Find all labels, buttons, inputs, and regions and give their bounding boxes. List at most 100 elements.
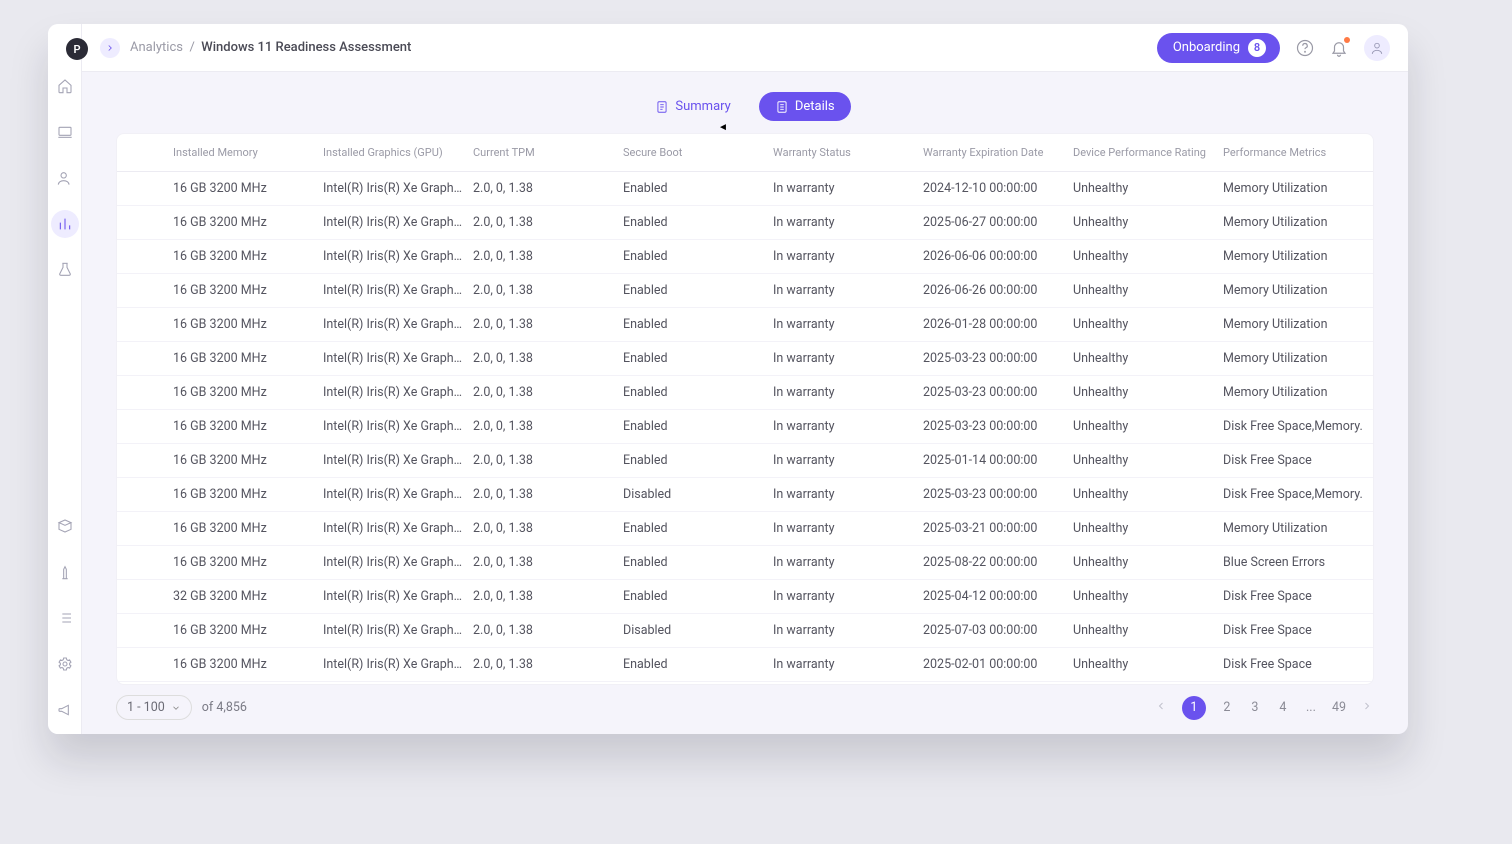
table-cell: 16 GB 3200 MHz xyxy=(173,623,323,638)
table-cell: In warranty xyxy=(773,419,923,434)
table-cell: 2026-01-28 00:00:00 xyxy=(923,317,1073,332)
table-cell: 16 GB 3200 MHz xyxy=(173,317,323,332)
help-icon[interactable] xyxy=(1296,39,1314,57)
table-row[interactable]: 16 GB 3200 MHzIntel(R) Iris(R) Xe Graphi… xyxy=(117,172,1373,206)
table-header-cell[interactable]: Performance Metrics xyxy=(1223,146,1373,159)
table-cell: 2025-03-21 00:00:00 xyxy=(923,521,1073,536)
tab-summary[interactable]: Summary xyxy=(639,92,746,121)
table-cell: In warranty xyxy=(773,657,923,672)
table-cell: 2.0, 0, 1.38 xyxy=(473,487,623,502)
table-cell: Unhealthy xyxy=(1073,215,1223,230)
table-cell: Disabled xyxy=(623,487,773,502)
page-size-selector[interactable]: 1 - 100 xyxy=(116,695,192,720)
breadcrumb-root[interactable]: Analytics xyxy=(130,40,183,55)
table-row[interactable]: 16 GB 3200 MHzIntel(R) Iris(R) Xe Graphi… xyxy=(117,614,1373,648)
table-cell: Unhealthy xyxy=(1073,317,1223,332)
table-row[interactable]: 16 GB 3200 MHzIntel(R) Iris(R) Xe Graphi… xyxy=(117,342,1373,376)
table-row[interactable]: 16 GB 3200 MHzIntel(R) Iris(R) Xe Graphi… xyxy=(117,546,1373,580)
app-window: Analytics / Windows 11 Readiness Assessm… xyxy=(48,24,1408,734)
onboarding-button[interactable]: Onboarding 8 xyxy=(1157,33,1280,63)
page-number-1[interactable]: 1 xyxy=(1182,696,1206,720)
table-cell: Intel(R) Iris(R) Xe Graphics xyxy=(323,657,473,672)
table-row[interactable]: 16 GB 3200 MHzIntel(R) Iris(R) Xe Graphi… xyxy=(117,376,1373,410)
sidebar-settings-icon[interactable] xyxy=(51,650,79,678)
table-row[interactable]: 16 GB 3200 MHzIntel(R) Iris(R) Xe Graphi… xyxy=(117,308,1373,342)
table-cell: Disabled xyxy=(623,623,773,638)
page-next-button[interactable] xyxy=(1360,700,1374,716)
table-cell: 2.0, 0, 1.38 xyxy=(473,419,623,434)
table-cell: Blue Screen Errors xyxy=(1223,555,1373,570)
table-cell: 2.0, 0, 1.38 xyxy=(473,521,623,536)
table-row[interactable]: 16 GB 3200 MHzIntel(R) Iris(R) Xe Graphi… xyxy=(117,444,1373,478)
table-header-cell[interactable]: Current TPM xyxy=(473,146,623,159)
sidebar-users-icon[interactable] xyxy=(51,164,79,192)
table-row[interactable]: 16 GB 3200 MHzIntel(R) Iris(R) Xe Graphi… xyxy=(117,478,1373,512)
table-header-cell[interactable]: Device Performance Rating xyxy=(1073,146,1223,159)
sidebar-toggle-icon[interactable] xyxy=(100,38,120,58)
table-cell: In warranty xyxy=(773,521,923,536)
sidebar-home-icon[interactable] xyxy=(51,72,79,100)
table-cell: Disk Free Space xyxy=(1223,623,1373,638)
table-row[interactable]: 16 GB 3200 MHzIntel(R) Iris(R) Xe Graphi… xyxy=(117,682,1373,684)
table-row[interactable]: 16 GB 3200 MHzIntel(R) Iris(R) Xe Graphi… xyxy=(117,206,1373,240)
table-header-cell[interactable]: Installed Graphics (GPU) xyxy=(323,146,473,159)
page-prev-button[interactable] xyxy=(1154,700,1168,716)
pagination: 1234... 49 xyxy=(1154,696,1374,720)
table-body: 16 GB 3200 MHzIntel(R) Iris(R) Xe Graphi… xyxy=(117,172,1373,684)
table-cell: Enabled xyxy=(623,453,773,468)
page-number-49[interactable]: 49 xyxy=(1332,700,1346,715)
table-row[interactable]: 32 GB 3200 MHzIntel(R) Iris(R) Xe Graphi… xyxy=(117,580,1373,614)
page-ellipsis: ... xyxy=(1304,700,1318,715)
table-cell: 2.0, 0, 1.38 xyxy=(473,283,623,298)
table-cell: 2.0, 0, 1.38 xyxy=(473,657,623,672)
table-header-cell[interactable]: Secure Boot xyxy=(623,146,773,159)
table-footer: 1 - 100 of 4,856 1234...49 xyxy=(82,685,1408,734)
table-row[interactable]: 16 GB 3200 MHzIntel(R) Iris(R) Xe Graphi… xyxy=(117,648,1373,682)
table-header-row: Installed MemoryInstalled Graphics (GPU)… xyxy=(117,134,1373,172)
table-cell: Disk Free Space,Memory. xyxy=(1223,487,1373,502)
table-cell: Intel(R) Iris(R) Xe Graphics xyxy=(323,317,473,332)
org-avatar[interactable]: P xyxy=(66,38,88,60)
table-cell: Intel(R) Iris(R) Xe Graphics xyxy=(323,453,473,468)
table-cell: 2.0, 0, 1.38 xyxy=(473,555,623,570)
table-header-cell[interactable]: Warranty Expiration Date xyxy=(923,146,1073,159)
table-row[interactable]: 16 GB 3200 MHzIntel(R) Iris(R) Xe Graphi… xyxy=(117,240,1373,274)
table-cell: 2025-03-23 00:00:00 xyxy=(923,351,1073,366)
sidebar-packages-icon[interactable] xyxy=(51,512,79,540)
table-cell: In warranty xyxy=(773,487,923,502)
table-cell: Intel(R) Iris(R) Xe Graphics xyxy=(323,215,473,230)
tab-details[interactable]: Details xyxy=(759,92,851,121)
table-cell: 16 GB 3200 MHz xyxy=(173,215,323,230)
sidebar-analytics-icon[interactable] xyxy=(51,210,79,238)
table-cell: In warranty xyxy=(773,249,923,264)
table-cell: 2.0, 0, 1.38 xyxy=(473,351,623,366)
table-cell: 2025-03-23 00:00:00 xyxy=(923,419,1073,434)
table-cell: 16 GB 3200 MHz xyxy=(173,351,323,366)
table-cell: 32 GB 3200 MHz xyxy=(173,589,323,604)
page-range-label: 1 - 100 xyxy=(127,700,165,715)
page-number-2[interactable]: 2 xyxy=(1220,700,1234,715)
sidebar-devices-icon[interactable] xyxy=(51,118,79,146)
table-header-cell[interactable]: Installed Memory xyxy=(173,146,323,159)
sidebar-tower-icon[interactable] xyxy=(51,558,79,586)
table-cell: 2025-06-27 00:00:00 xyxy=(923,215,1073,230)
breadcrumb-page: Windows 11 Readiness Assessment xyxy=(201,40,411,55)
table-row[interactable]: 16 GB 3200 MHzIntel(R) Iris(R) Xe Graphi… xyxy=(117,410,1373,444)
sidebar-announce-icon[interactable] xyxy=(51,696,79,724)
user-avatar-icon[interactable] xyxy=(1364,35,1390,61)
bell-icon[interactable] xyxy=(1330,39,1348,57)
table-row[interactable]: 16 GB 3200 MHzIntel(R) Iris(R) Xe Graphi… xyxy=(117,512,1373,546)
table-cell: Intel(R) Iris(R) Xe Graphics xyxy=(323,283,473,298)
page-number-3[interactable]: 3 xyxy=(1248,700,1262,715)
table-cell: Intel(R) Iris(R) Xe Graphics xyxy=(323,181,473,196)
page-number-4[interactable]: 4 xyxy=(1276,700,1290,715)
sidebar-lab-icon[interactable] xyxy=(51,256,79,284)
sidebar-list-icon[interactable] xyxy=(51,604,79,632)
table-header-cell[interactable]: Warranty Status xyxy=(773,146,923,159)
table-cell: 2.0, 0, 1.38 xyxy=(473,589,623,604)
table-cell: Unhealthy xyxy=(1073,385,1223,400)
table-row[interactable]: 16 GB 3200 MHzIntel(R) Iris(R) Xe Graphi… xyxy=(117,274,1373,308)
table-cell: 16 GB 3200 MHz xyxy=(173,283,323,298)
list-icon xyxy=(775,100,789,114)
table-cell: In warranty xyxy=(773,351,923,366)
